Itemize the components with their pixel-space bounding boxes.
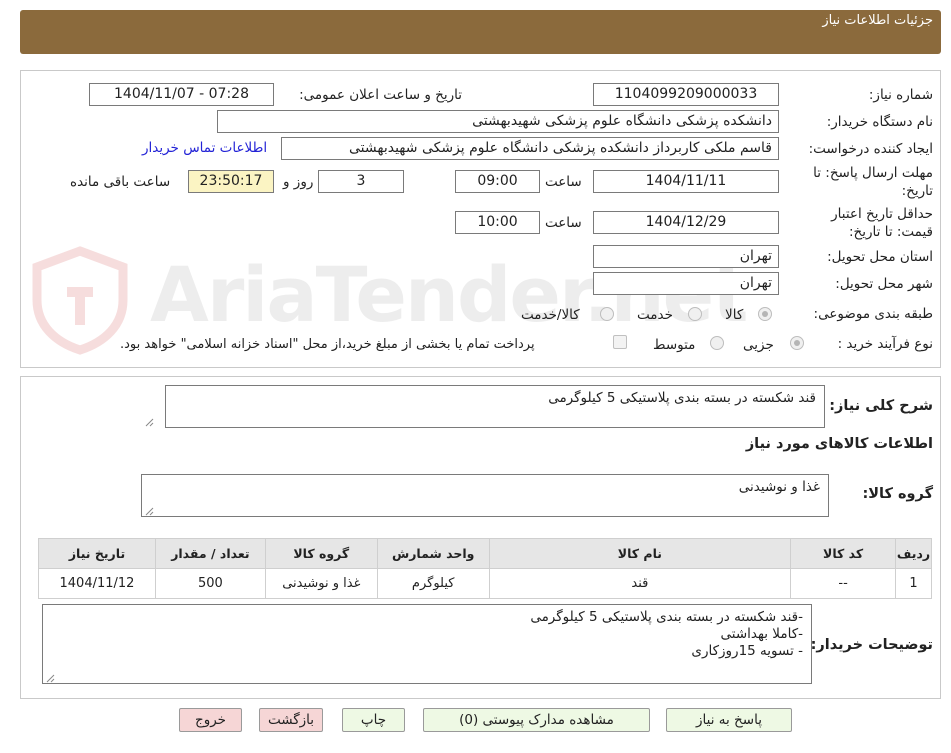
goods-group-textarea[interactable]: غذا و نوشیدنی	[141, 474, 829, 517]
reply-time-field: 09:00	[455, 170, 540, 193]
header-bar	[20, 10, 941, 54]
back-button[interactable]: بازگشت	[259, 708, 323, 732]
buyer-notes-label: توضیحات خریدار:	[810, 637, 933, 653]
resize-grip-icon[interactable]	[144, 417, 154, 427]
days-label: روز و	[283, 174, 314, 190]
category-service-radio[interactable]	[688, 307, 702, 321]
requester-label: ایجاد کننده درخواست:	[808, 141, 933, 157]
col-name-header: نام کالا	[488, 538, 792, 569]
buyer-notes-textarea[interactable]: -قند شکسته در بسته بندی پلاستیکی 5 کیلوگ…	[42, 604, 812, 684]
buyer-contact-link[interactable]: اطلاعات تماس خریدار	[142, 140, 267, 156]
goods-table: ردیف کد کالا نام کالا واحد شمارش گروه کا…	[38, 538, 932, 599]
process-medium-radio[interactable]	[710, 336, 724, 350]
category-goods-service-label: کالا/خدمت	[521, 307, 580, 323]
summary-textarea[interactable]: قند شکسته در بسته بندی پلاستیکی 5 کیلوگر…	[165, 385, 825, 428]
reply-deadline-label-1: مهلت ارسال پاسخ: تا	[813, 165, 933, 181]
reply-time-label: ساعت	[545, 174, 582, 190]
process-minor-label: جزیی	[743, 337, 774, 353]
goods-section-title: اطلاعات کالاهای مورد نیاز	[745, 436, 933, 452]
cell-date: 1404/11/12	[38, 568, 156, 599]
buyer-note-line-3: - تسویه 15روزکاری	[691, 643, 803, 659]
purchase-process-label: نوع فرآیند خرید :	[837, 336, 933, 352]
category-goods-radio[interactable]	[758, 307, 772, 321]
price-validity-date-field: 1404/12/29	[593, 211, 779, 234]
goods-table-header-row: ردیف کد کالا نام کالا واحد شمارش گروه کا…	[38, 538, 932, 569]
need-number-label: شماره نیاز:	[868, 87, 933, 103]
city-label: شهر محل تحویل:	[835, 276, 933, 292]
announce-label: تاریخ و ساعت اعلان عمومی:	[299, 87, 462, 103]
col-group-header: گروه کالا	[264, 538, 378, 569]
col-qty-header: تعداد / مقدار	[154, 538, 266, 569]
table-row: 1 -- قند کیلوگرم غذا و نوشیدنی 500 1404/…	[38, 568, 932, 599]
price-validity-time-field: 10:00	[455, 211, 540, 234]
cell-row: 1	[895, 568, 932, 599]
view-attachments-button[interactable]: مشاهده مدارک پیوستی (0)	[423, 708, 650, 732]
goods-group-label: گروه کالا:	[862, 486, 933, 502]
resize-grip-icon[interactable]	[45, 673, 55, 683]
watermark-logo	[25, 245, 135, 359]
need-number-field: 1104099209000033	[593, 83, 779, 106]
price-validity-time-label: ساعت	[545, 215, 582, 231]
category-goods-service-radio[interactable]	[600, 307, 614, 321]
cell-unit: کیلوگرم	[376, 568, 490, 599]
buyer-org-label: نام دستگاه خریدار:	[826, 114, 933, 130]
treasury-note: پرداخت تمام یا بخشی از مبلغ خرید،از محل …	[120, 337, 535, 352]
time-remaining-field: 23:50:17	[188, 170, 274, 193]
page-title: جزئیات اطلاعات نیاز	[822, 13, 933, 28]
days-remaining-field: 3	[318, 170, 404, 193]
requester-field: قاسم ملکی کاربرداز دانشکده پزشکی دانشگاه…	[281, 137, 779, 160]
category-label: طبقه بندی موضوعی:	[813, 306, 933, 322]
buyer-note-line-1: -قند شکسته در بسته بندی پلاستیکی 5 کیلوگ…	[530, 609, 803, 625]
city-field: تهران	[593, 272, 779, 295]
price-validity-label-2: قیمت: تا تاریخ:	[849, 224, 933, 240]
price-validity-label-1: حداقل تاریخ اعتبار	[831, 206, 933, 222]
print-button[interactable]: چاپ	[342, 708, 405, 732]
announce-field: 1404/11/07 - 07:28	[89, 83, 274, 106]
reply-date-field: 1404/11/11	[593, 170, 779, 193]
col-code-header: کد کالا	[790, 538, 897, 569]
col-unit-header: واحد شمارش	[376, 538, 490, 569]
resize-grip-icon[interactable]	[144, 506, 154, 516]
summary-label: شرح کلی نیاز:	[829, 398, 933, 414]
category-goods-label: کالا	[725, 307, 744, 323]
exit-button[interactable]: خروج	[179, 708, 242, 732]
cell-code: --	[790, 568, 897, 599]
province-field: تهران	[593, 245, 779, 268]
shield-icon	[32, 246, 128, 355]
col-date-header: تاریخ نیاز	[38, 538, 156, 569]
col-row-header: ردیف	[895, 538, 932, 569]
buyer-org-field: دانشکده پزشکی دانشگاه علوم پزشکی شهیدبهش…	[217, 110, 779, 133]
province-label: استان محل تحویل:	[827, 249, 933, 265]
reply-deadline-label-2: تاریخ:	[901, 183, 933, 199]
process-medium-label: متوسط	[653, 337, 696, 353]
cell-group: غذا و نوشیدنی	[264, 568, 378, 599]
cell-qty: 500	[154, 568, 266, 599]
reply-button[interactable]: پاسخ به نیاز	[666, 708, 792, 732]
process-minor-radio[interactable]	[790, 336, 804, 350]
buyer-note-line-2: -کاملا بهداشتی	[720, 626, 803, 642]
treasury-checkbox[interactable]	[613, 335, 627, 349]
cell-name: قند	[488, 568, 792, 599]
category-service-label: خدمت	[637, 307, 673, 323]
time-remaining-label: ساعت باقی مانده	[70, 174, 171, 190]
